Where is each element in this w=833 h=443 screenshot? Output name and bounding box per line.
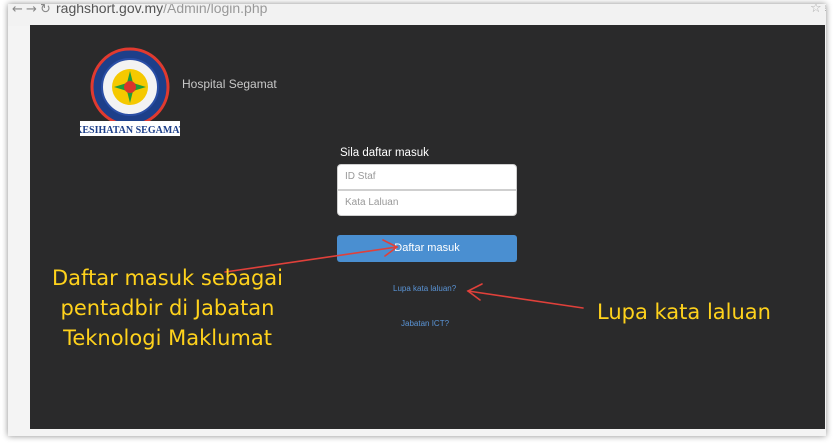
- ict-department-link[interactable]: Jabatan ICT?: [401, 319, 449, 328]
- login-page: KESIHATAN SEGAMAT Hospital Segamat Sila …: [30, 25, 825, 429]
- staff-id-placeholder: ID Staf: [345, 171, 376, 182]
- back-icon[interactable]: ←: [12, 4, 23, 17]
- annotation-admin-login: Daftar masuk sebagai pentadbir di Jabata…: [0, 263, 335, 353]
- hospital-name: Hospital Segamat: [182, 77, 277, 91]
- url-text[interactable]: raghshort.gov.my/Admin/login.php: [56, 4, 267, 16]
- login-button[interactable]: Daftar masuk: [337, 235, 517, 262]
- forward-icon[interactable]: →: [26, 4, 37, 17]
- forgot-password-link[interactable]: Lupa kata laluan?: [393, 284, 456, 293]
- url-path: /Admin/login.php: [163, 4, 268, 16]
- staff-id-input[interactable]: ID Staf: [337, 164, 517, 190]
- annotation-line: pentadbir di Jabatan: [60, 296, 275, 320]
- annotation-forgot-password: Lupa kata laluan: [597, 300, 771, 324]
- annotation-line: Teknologi Maklumat: [63, 326, 272, 350]
- password-placeholder: Kata Laluan: [345, 197, 399, 208]
- hospital-logo: KESIHATAN SEGAMAT: [80, 47, 180, 136]
- annotation-line: Daftar masuk sebagai: [52, 266, 283, 290]
- logo-text: KESIHATAN SEGAMAT: [80, 125, 180, 136]
- menu-icon[interactable]: ≡: [824, 4, 826, 15]
- bookmark-star-icon[interactable]: ☆: [810, 4, 822, 16]
- address-bar[interactable]: ← → ↻ raghshort.gov.my/Admin/login.php ☆…: [8, 4, 826, 26]
- reload-icon[interactable]: ↻: [40, 4, 51, 17]
- password-input[interactable]: Kata Laluan: [337, 190, 517, 216]
- login-title: Sila daftar masuk: [340, 147, 429, 159]
- url-host: raghshort.gov.my: [56, 4, 164, 16]
